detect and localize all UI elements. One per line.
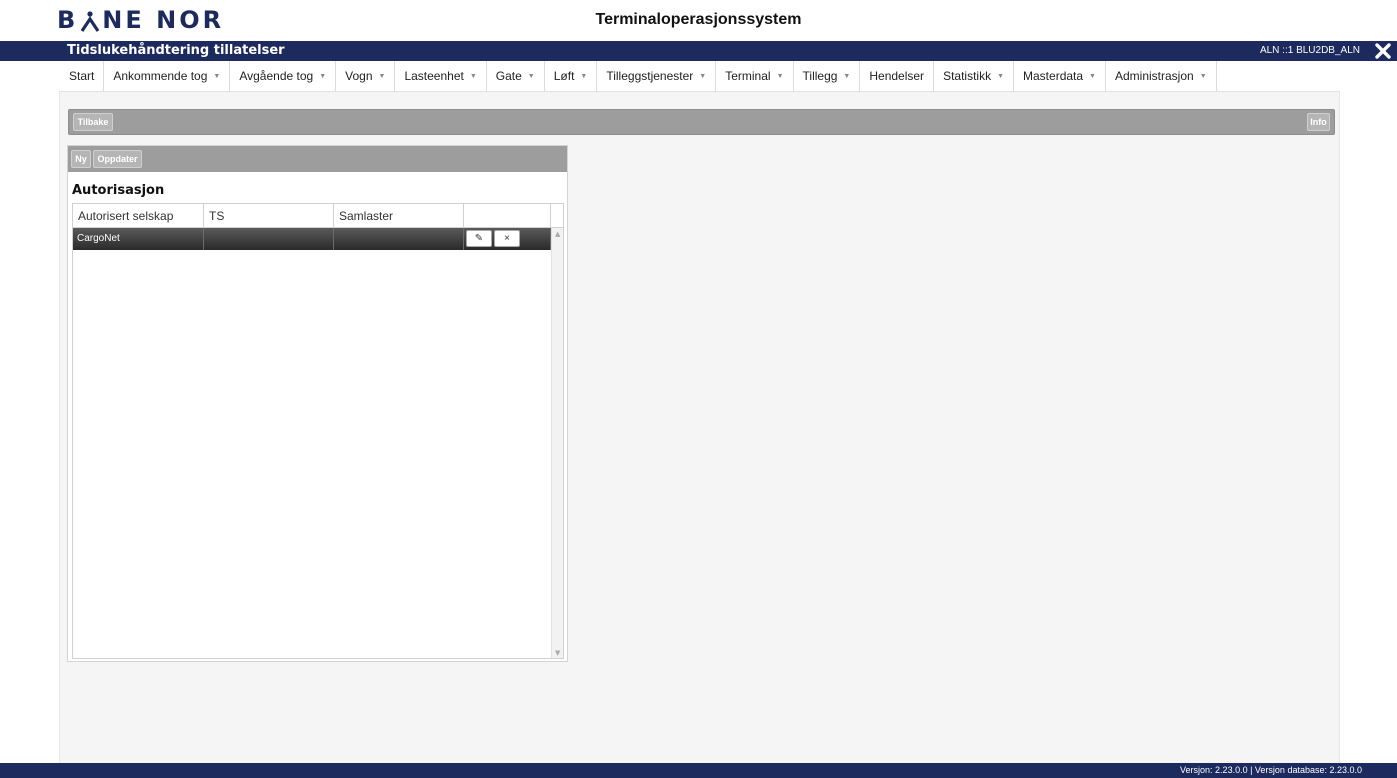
table-row[interactable]: CargoNet ✎ × (73, 228, 551, 250)
menu-item-label: Terminal (725, 69, 771, 83)
back-button[interactable]: Tilbake (73, 113, 113, 131)
left-margin (0, 92, 59, 763)
menu-item-start[interactable]: Start (59, 60, 105, 92)
menu-item-label: Lasteenhet (404, 69, 464, 83)
app-footer: Versjon: 2.23.0.0 | Versjon database: 2.… (0, 763, 1397, 778)
menu-item-administrasjon[interactable]: Administrasjon ▼ (1106, 60, 1217, 92)
chevron-down-icon: ▼ (527, 72, 535, 80)
new-button[interactable]: Ny (71, 150, 91, 168)
menu-item-hendelser[interactable]: Hendelser (860, 60, 935, 92)
menu-item-label: Administrasjon (1114, 69, 1194, 83)
menu-item-ankommende-tog[interactable]: Ankommende tog ▼ (104, 60, 231, 92)
menu-item-loft[interactable]: Løft ▼ (545, 60, 598, 92)
column-header-actions (464, 204, 551, 228)
cell-ts (204, 228, 334, 250)
menu-item-label: Avgående tog (239, 69, 314, 83)
chevron-down-icon: ▼ (580, 72, 588, 80)
grid-header: Autorisert selskap TS Samlaster (73, 204, 563, 228)
chevron-down-icon: ▼ (997, 72, 1005, 80)
menu-item-label: Tillegg (802, 69, 838, 83)
grid-scrollbar[interactable]: ▲ ▼ (551, 228, 563, 658)
main-content: Tilbake Info Ny Oppdater Autorisasjon Au… (59, 92, 1340, 763)
column-header-samlaster[interactable]: Samlaster (334, 204, 464, 228)
authorization-grid: Autorisert selskap TS Samlaster CargoNet… (72, 203, 564, 659)
menu-item-label: Ankommende tog (113, 69, 208, 83)
delete-button[interactable]: × (494, 230, 520, 247)
cell-company: CargoNet (73, 228, 204, 250)
close-icon[interactable] (1374, 42, 1392, 60)
right-margin (1340, 92, 1397, 763)
menu-item-tillegg[interactable]: Tillegg ▼ (794, 60, 861, 92)
page-title: Tidslukehåndtering tillatelser (67, 43, 285, 58)
chevron-down-icon: ▼ (843, 72, 851, 80)
column-header-ts[interactable]: TS (204, 204, 334, 228)
menu-item-label: Masterdata (1023, 69, 1084, 83)
menu-item-label: Vogn (345, 69, 373, 83)
chevron-down-icon: ▼ (776, 72, 784, 80)
cell-actions: ✎ × (464, 228, 551, 250)
panel-toolbar: Ny Oppdater (68, 146, 567, 172)
user-info: ALN ::1 BLU2DB_ALN (1259, 45, 1360, 56)
refresh-button[interactable]: Oppdater (93, 150, 142, 168)
chevron-down-icon: ▼ (1089, 72, 1096, 80)
scroll-up-icon[interactable]: ▲ (555, 230, 560, 238)
menu-item-vogn[interactable]: Vogn ▼ (336, 60, 396, 92)
version-info: Versjon: 2.23.0.0 | Versjon database: 2.… (1180, 765, 1362, 775)
menu-item-masterdata[interactable]: Masterdata ▼ (1014, 60, 1106, 92)
menu-item-tilleggstjenester[interactable]: Tilleggstjenester ▼ (597, 60, 717, 92)
info-button[interactable]: Info (1307, 113, 1330, 131)
close-icon: × (504, 233, 510, 244)
panel-heading: Autorisasjon (72, 183, 165, 198)
menu-item-label: Start (69, 69, 95, 83)
menu-item-gate[interactable]: Gate ▼ (487, 60, 545, 92)
app-title: Terminaloperasjonssystem (595, 11, 802, 28)
app-header: B NE NOR Terminaloperasjonssystem (0, 0, 1397, 41)
chevron-down-icon: ▼ (213, 72, 221, 80)
scroll-down-icon[interactable]: ▼ (555, 649, 560, 657)
menu-item-lasteenhet[interactable]: Lasteenhet ▼ (395, 60, 487, 92)
authorization-panel: Ny Oppdater Autorisasjon Autorisert sels… (67, 145, 568, 662)
chevron-down-icon: ▼ (378, 72, 386, 80)
column-header-company[interactable]: Autorisert selskap (73, 204, 204, 228)
menu-item-terminal[interactable]: Terminal ▼ (716, 60, 794, 92)
menu-item-label: Løft (553, 69, 575, 83)
chevron-down-icon: ▼ (1199, 72, 1207, 80)
page-toolbar: Tilbake Info (68, 109, 1335, 135)
menu-item-avgaende-tog[interactable]: Avgående tog ▼ (230, 60, 337, 92)
menu-item-label: Tilleggstjenester (606, 69, 694, 83)
main-menu: Start Ankommende tog ▼ Avgående tog ▼ Vogn… (59, 60, 1340, 92)
page-titlebar: Tidslukehåndtering tillatelser ALN ::1 B… (0, 41, 1397, 61)
chevron-down-icon: ▼ (469, 72, 477, 80)
pencil-icon: ✎ (474, 233, 484, 244)
edit-button[interactable]: ✎ (466, 230, 492, 247)
chevron-down-icon: ▼ (319, 72, 327, 80)
cell-samlaster (334, 228, 464, 250)
menu-item-label: Gate (495, 69, 522, 83)
menu-item-label: Hendelser (869, 69, 925, 83)
menu-item-statistikk[interactable]: Statistikk ▼ (934, 60, 1015, 92)
menu-item-label: Statistikk (943, 69, 992, 83)
chevron-down-icon: ▼ (699, 72, 707, 80)
